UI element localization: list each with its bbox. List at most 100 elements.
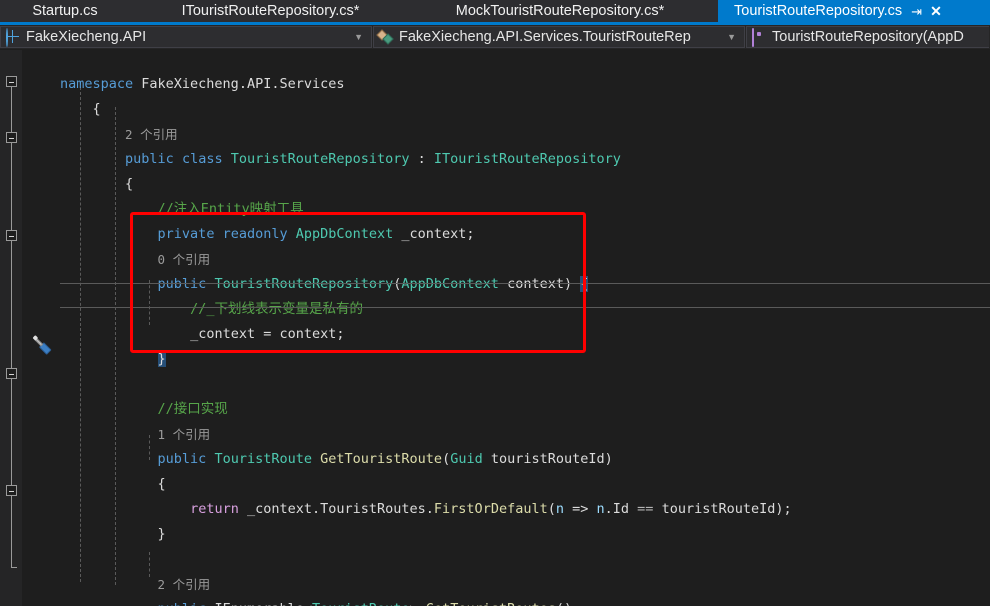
tab-label: ITouristRouteRepository.cs*: [181, 3, 360, 19]
code-line: _context = context;: [60, 322, 990, 347]
code-line: 2 个引用: [60, 572, 990, 597]
editor-tab-touristrouterepository[interactable]: TouristRouteRepository.cs ⇥ ✕: [718, 0, 990, 22]
fold-marker-method-get[interactable]: [6, 368, 17, 379]
code-token: public: [157, 451, 215, 467]
navbar-member-label: TouristRouteRepository(AppD: [772, 29, 964, 45]
code-token: {: [92, 101, 101, 117]
code-line: namespace FakeXiecheng.API.Services: [60, 72, 990, 97]
code-token: touristRouteId);: [653, 501, 792, 517]
code-line: 0 个引用: [60, 247, 990, 272]
code-text-surface[interactable]: namespace FakeXiecheng.API.Services {2 个引…: [60, 50, 990, 606]
codelens-reference[interactable]: 2 个引用: [158, 577, 211, 592]
code-token: }: [157, 526, 166, 542]
codelens-reference[interactable]: 2 个引用: [125, 127, 178, 142]
code-token: }: [157, 351, 166, 367]
fold-marker-method-getall[interactable]: [6, 485, 17, 496]
code-token: ITouristRouteRepository: [433, 151, 621, 167]
navigation-bar: FakeXiecheng.API ▼ FakeXiecheng.API.Serv…: [0, 25, 990, 49]
navbar-project-label: FakeXiecheng.API: [26, 29, 147, 45]
code-editor[interactable]: namespace FakeXiecheng.API.Services {2 个引…: [0, 50, 990, 606]
code-token: :: [409, 151, 434, 167]
code-token: GetTouristRoutes: [426, 601, 556, 606]
navbar-member-dropdown[interactable]: TouristRouteRepository(AppD: [746, 26, 989, 48]
code-token: FirstOrDefault: [433, 501, 548, 517]
code-token: GetTouristRoute: [320, 451, 443, 467]
pin-icon[interactable]: ⇥: [911, 5, 922, 18]
code-line: 2 个引用: [60, 122, 990, 147]
code-line: {: [60, 172, 990, 197]
code-token: _context;: [393, 226, 475, 242]
editor-tab-itouristrouterepository[interactable]: ITouristRouteRepository.cs*: [138, 0, 403, 22]
close-icon[interactable]: ✕: [930, 4, 942, 18]
editor-tab-mocktouristrouterepository[interactable]: MockTouristRouteRepository.cs*: [410, 0, 710, 22]
code-line: public TouristRoute GetTouristRoute(Guid…: [60, 447, 990, 472]
navbar-project-dropdown[interactable]: FakeXiecheng.API ▼: [0, 26, 372, 48]
code-token: //注入Entity映射工具: [157, 201, 304, 217]
method-icon: [751, 28, 767, 47]
code-token: return: [190, 501, 247, 517]
code-token: (: [442, 451, 451, 467]
code-line: return _context.TouristRoutes.FirstOrDef…: [60, 497, 990, 522]
code-line: {: [60, 97, 990, 122]
code-token: =>: [564, 501, 597, 517]
editor-tab-startup[interactable]: Startup.cs: [0, 0, 130, 22]
code-token: IEnumerable: [214, 601, 303, 606]
visual-studio-window: Startup.cs ITouristRouteRepository.cs* M…: [0, 0, 990, 606]
navbar-type-dropdown[interactable]: FakeXiecheng.API.Services.TouristRouteRe…: [373, 26, 745, 48]
code-token: <: [304, 601, 312, 606]
code-token: .Id: [604, 501, 638, 517]
code-token: n: [596, 501, 605, 517]
code-token: TouristRoute: [214, 451, 312, 467]
code-token: readonly: [222, 226, 296, 242]
chevron-down-icon[interactable]: ▼: [350, 32, 369, 42]
navbar-type-label: FakeXiecheng.API.Services.TouristRouteRe…: [399, 29, 691, 45]
code-token: TouristRouteRepository: [230, 151, 410, 167]
code-token: _context.TouristRoutes.: [246, 501, 434, 517]
code-token: _context = context;: [190, 326, 345, 342]
code-token: (): [556, 601, 572, 606]
current-line-highlight: [60, 283, 990, 308]
fold-marker-constructor[interactable]: [6, 230, 17, 241]
code-token: {: [157, 476, 166, 492]
fold-rule-end: [11, 567, 17, 568]
code-token: public: [158, 601, 215, 606]
fold-rule: [11, 87, 12, 134]
globe-icon: [5, 28, 21, 47]
code-token: TouristRoute: [312, 601, 410, 606]
code-line: }: [60, 522, 990, 547]
code-token: AppDbContext: [295, 226, 394, 242]
fold-marker-namespace[interactable]: [6, 76, 17, 87]
code-line: }: [60, 347, 990, 372]
codelens-reference[interactable]: 1 个引用: [158, 427, 211, 442]
code-line: private readonly AppDbContext _context;: [60, 222, 990, 247]
editor-tab-strip: Startup.cs ITouristRouteRepository.cs* M…: [0, 0, 990, 25]
chevron-down-icon[interactable]: ▼: [723, 32, 742, 42]
tab-label: Startup.cs: [32, 3, 98, 19]
class-icon: [376, 29, 394, 45]
code-token: touristRouteId): [482, 451, 613, 467]
code-line: public IEnumerable<TouristRoute> GetTour…: [60, 597, 990, 606]
code-token: Guid: [450, 451, 483, 467]
code-token: class: [181, 151, 231, 167]
code-token: >: [410, 601, 426, 606]
code-token: //接口实现: [157, 401, 228, 417]
code-token: FakeXiecheng.API.Services: [141, 76, 345, 92]
code-line: {: [60, 472, 990, 497]
code-token: ==: [637, 501, 654, 517]
codelens-reference[interactable]: 0 个引用: [158, 252, 211, 267]
code-line: //注入Entity映射工具: [60, 197, 990, 222]
code-line: //接口实现: [60, 397, 990, 422]
code-token: private: [157, 226, 223, 242]
code-line: public class TouristRouteRepository : IT…: [60, 147, 990, 172]
tab-label: TouristRouteRepository.cs: [734, 3, 903, 19]
code-token: (: [547, 501, 556, 517]
code-token: n: [555, 501, 564, 517]
code-line: 1 个引用: [60, 422, 990, 447]
code-token: {: [125, 176, 134, 192]
tab-label: MockTouristRouteRepository.cs*: [455, 3, 665, 19]
fold-marker-class[interactable]: [6, 132, 17, 143]
outlining-margin[interactable]: [22, 50, 60, 606]
